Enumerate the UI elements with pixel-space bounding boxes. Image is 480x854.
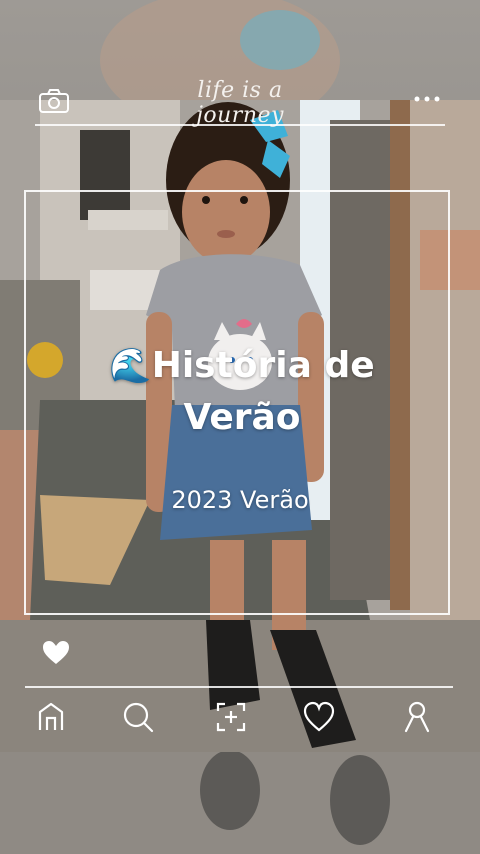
top-divider [35,124,445,126]
wave-emoji: 🌊 [109,346,152,386]
top-overlay: life is a journey [0,0,480,130]
profile-icon[interactable] [400,700,434,734]
camera-icon[interactable] [38,88,70,114]
home-icon[interactable] [34,700,68,734]
story-title-text: História de Verão [151,345,375,438]
search-icon[interactable] [121,700,155,734]
heart-filled-icon[interactable] [42,640,70,666]
add-photo-icon[interactable] [214,700,248,734]
story-subtitle: 2023 Verão [171,486,309,514]
story-title: 🌊História de Verão [92,340,392,444]
more-dots-icon[interactable] [412,92,442,106]
bottom-divider [25,686,453,688]
heart-outline-icon[interactable] [302,700,336,734]
script-title: life is a journey [196,78,284,128]
